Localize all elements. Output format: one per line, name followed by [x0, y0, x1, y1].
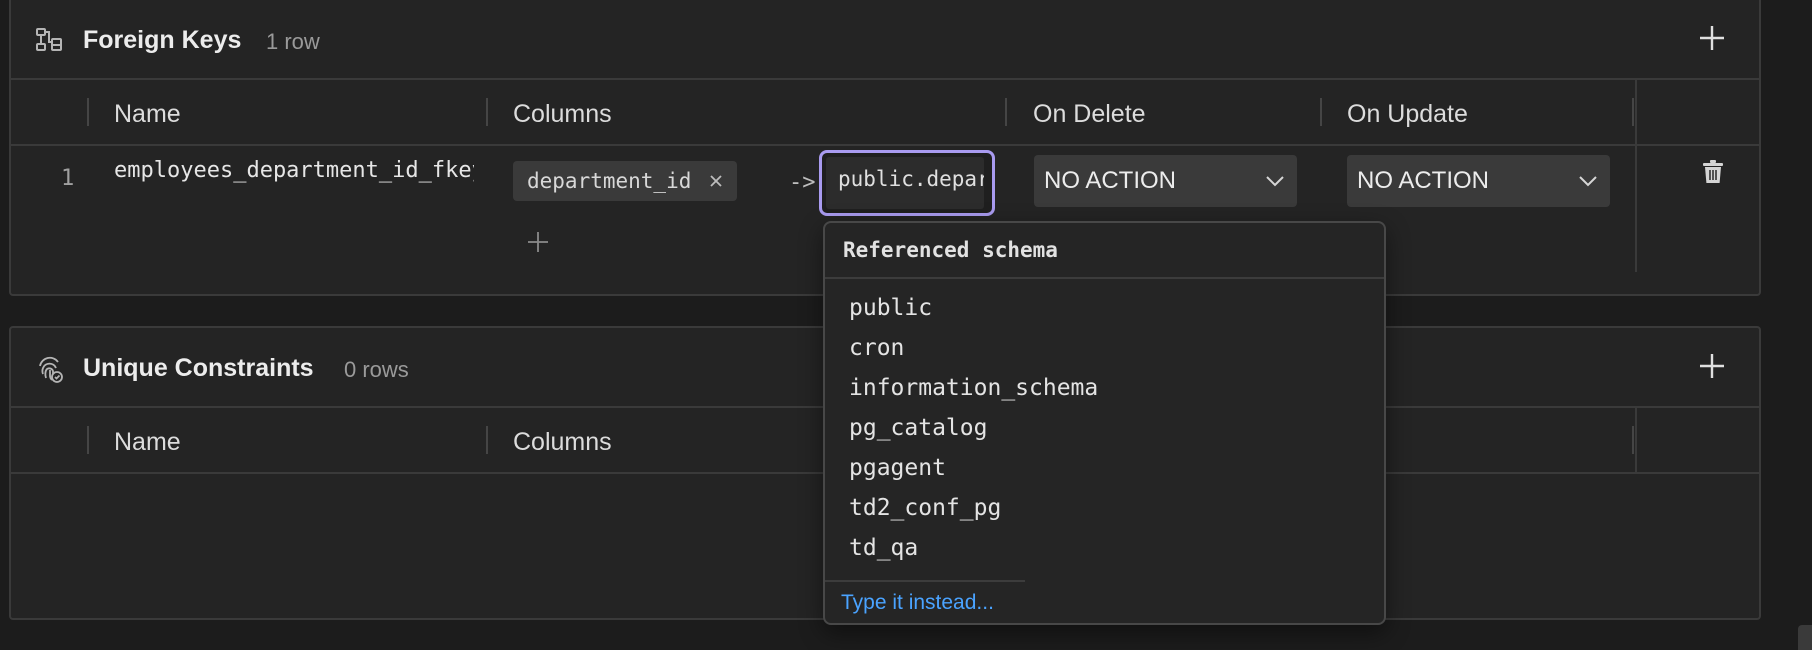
unique-constraints-count: 0 rows [344, 357, 409, 382]
column-separator [1005, 98, 1007, 126]
schema-option[interactable]: cron [849, 335, 904, 361]
column-separator [87, 426, 89, 454]
schema-option[interactable]: pg_catalog [849, 415, 987, 441]
column-header-on-delete[interactable]: On Delete [1033, 100, 1146, 129]
fingerprint-icon [35, 354, 65, 384]
on-update-select[interactable]: NO ACTION [1347, 155, 1610, 207]
column-separator [1632, 426, 1634, 454]
foreign-keys-count: 1 row [266, 29, 320, 54]
column-chip-label: department_id [527, 169, 692, 193]
header-divider [11, 144, 1759, 146]
column-separator [1320, 98, 1322, 126]
fk-name-cell[interactable]: employees_department_id_fkey [114, 158, 474, 183]
scrollbar-thumb[interactable] [1798, 625, 1812, 650]
close-icon[interactable] [709, 174, 723, 188]
column-header-columns[interactable]: Columns [513, 428, 612, 457]
referenced-schema-dropdown: Referenced schema public cron informatio… [823, 221, 1386, 625]
unique-constraints-title: Unique Constraints [83, 354, 314, 382]
chevron-down-icon [1579, 176, 1597, 187]
column-separator [1632, 98, 1634, 126]
chevron-down-icon [1266, 176, 1284, 187]
add-unique-constraint-button[interactable] [1694, 348, 1730, 384]
actions-column-divider [1635, 80, 1637, 272]
add-foreign-key-button[interactable] [1694, 20, 1730, 56]
on-delete-value: NO ACTION [1044, 167, 1177, 194]
on-delete-select[interactable]: NO ACTION [1034, 155, 1297, 207]
column-separator [87, 98, 89, 126]
referenced-table-input[interactable]: public.departments [819, 150, 995, 216]
column-header-name[interactable]: Name [114, 428, 181, 457]
plus-icon [1700, 26, 1724, 50]
dropdown-title: Referenced schema [843, 238, 1058, 262]
column-separator [486, 98, 488, 126]
delete-row-button[interactable] [1702, 160, 1726, 186]
schema-option[interactable]: public [849, 295, 932, 321]
column-header-columns[interactable]: Columns [513, 100, 612, 129]
schema-option[interactable]: information_schema [849, 375, 1098, 401]
on-update-value: NO ACTION [1357, 167, 1490, 194]
foreign-keys-title: Foreign Keys [83, 26, 242, 54]
header-divider [11, 78, 1759, 80]
actions-column-divider [1635, 408, 1637, 472]
referenced-table-value: public.departments [826, 157, 984, 209]
trash-icon [1703, 160, 1723, 183]
plus-icon [1700, 354, 1724, 378]
row-index: 1 [61, 166, 75, 191]
schema-option[interactable]: pgagent [849, 455, 946, 481]
column-header-name[interactable]: Name [114, 100, 181, 129]
dropdown-divider [825, 277, 1384, 279]
reference-arrow: -> [789, 170, 816, 195]
dropdown-divider [825, 580, 1025, 582]
column-chip: department_id [513, 161, 738, 201]
column-header-on-update[interactable]: On Update [1347, 100, 1468, 129]
schema-option[interactable]: td_qa [849, 535, 918, 561]
plus-icon [528, 232, 548, 252]
schema-option[interactable]: td2_conf_pg [849, 495, 1001, 521]
add-column-button[interactable] [526, 230, 552, 256]
column-separator [486, 426, 488, 454]
type-it-instead-link[interactable]: Type it instead... [841, 591, 994, 615]
fk-name-value: employees_department_id_fkey [114, 158, 474, 183]
foreign-key-icon [35, 26, 63, 54]
